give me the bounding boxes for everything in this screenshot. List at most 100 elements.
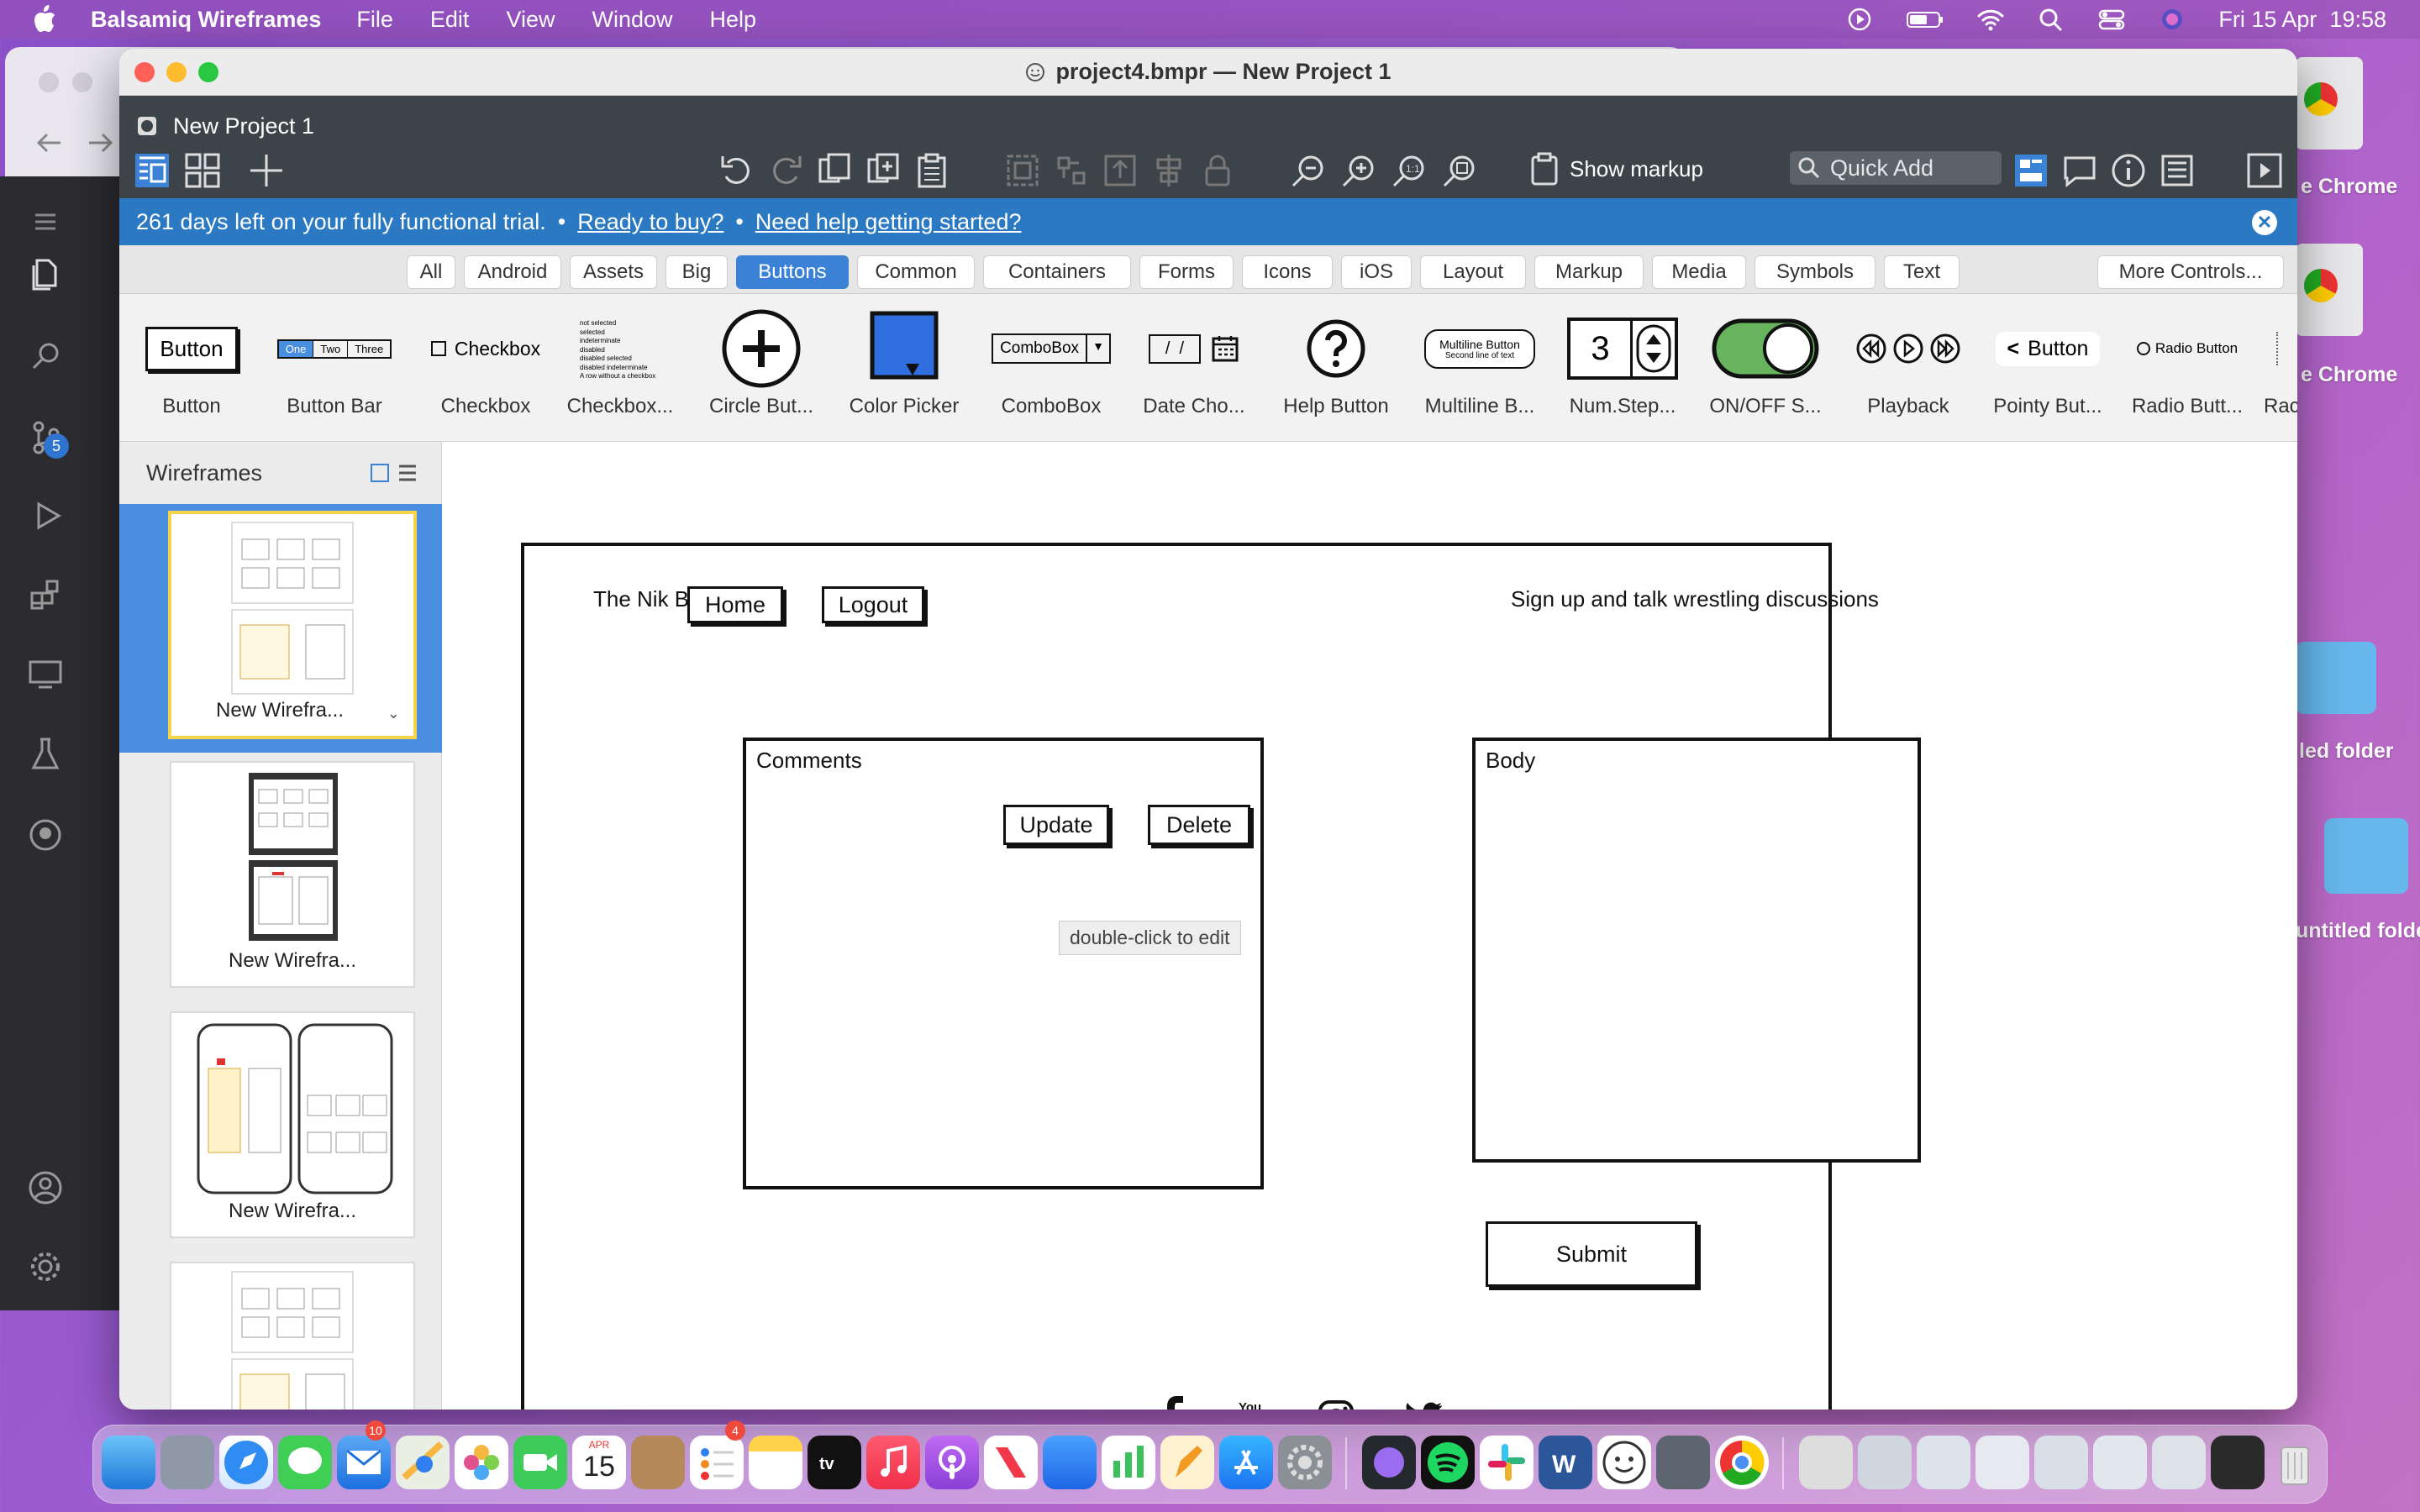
screenshot-thumb-icon[interactable]	[1917, 1436, 1970, 1489]
paste-icon[interactable]	[913, 151, 951, 190]
wireframe-thumb-3[interactable]: New Wirefra...	[170, 1011, 415, 1238]
contacts-icon[interactable]	[631, 1436, 685, 1489]
menu-help[interactable]: Help	[710, 7, 757, 33]
tagline-text[interactable]: Sign up and talk wrestling discussions	[1511, 586, 1879, 612]
slack-icon[interactable]	[1480, 1436, 1534, 1489]
library-pointy-button[interactable]: < Button Pointy But...	[1985, 294, 2111, 441]
github-icon[interactable]	[25, 815, 66, 855]
show-markup-toggle[interactable]: Show markup	[1528, 150, 1703, 188]
tab-android[interactable]: Android	[464, 255, 561, 289]
desktop-folder-2[interactable]: untitled folde	[2296, 806, 2420, 949]
redo-icon[interactable]	[766, 151, 805, 190]
info-icon[interactable]	[2109, 151, 2148, 190]
desktop-chrome-1[interactable]: e Chrome	[2296, 57, 2420, 208]
library-help-button[interactable]: Help Button	[1277, 294, 1395, 441]
run-debug-icon[interactable]	[25, 496, 66, 536]
messages-icon[interactable]	[278, 1436, 332, 1489]
align-icon[interactable]	[1150, 151, 1188, 190]
github-desktop-icon[interactable]	[1362, 1436, 1416, 1489]
menu-view[interactable]: View	[506, 7, 555, 33]
bring-front-icon[interactable]	[1101, 151, 1139, 190]
youtube-icon[interactable]: YouTube	[1235, 1398, 1272, 1410]
system-preferences-icon[interactable]	[1278, 1436, 1332, 1489]
reminders-icon[interactable]	[690, 1436, 744, 1489]
add-wireframe-icon[interactable]	[247, 151, 286, 190]
quick-add-input[interactable]: Quick Add	[1790, 151, 2002, 185]
undo-icon[interactable]	[718, 151, 756, 190]
spotify-icon[interactable]	[1421, 1436, 1475, 1489]
spotlight-search-icon[interactable]	[2037, 7, 2065, 32]
ready-to-buy-link[interactable]: Ready to buy?	[577, 209, 723, 235]
single-view-icon[interactable]	[133, 151, 171, 190]
account-icon[interactable]	[25, 1168, 66, 1208]
library-playback[interactable]: Playback	[1845, 294, 1971, 441]
zoom-actual-icon[interactable]: 1:1	[1390, 151, 1428, 190]
music-icon[interactable]	[866, 1436, 920, 1489]
tab-all[interactable]: All	[407, 255, 455, 289]
library-circle-button[interactable]: Circle But...	[702, 294, 820, 441]
library-checkbox-group[interactable]: not selected selected indeterminate disa…	[561, 294, 679, 441]
preview-icon[interactable]	[1656, 1436, 1710, 1489]
wireframe-thumb-2[interactable]: New Wirefra...	[170, 761, 415, 988]
tab-big[interactable]: Big	[666, 255, 728, 289]
apple-icon[interactable]	[32, 5, 57, 34]
minimize-window-button[interactable]	[166, 62, 187, 82]
screenshot-thumb-icon[interactable]	[2211, 1436, 2265, 1489]
tab-media[interactable]: Media	[1652, 255, 1746, 289]
play-circle-icon[interactable]	[1845, 7, 1874, 32]
library-numeric-stepper[interactable]: 3 Num.Step...	[1560, 294, 1686, 441]
more-controls-button[interactable]: More Controls...	[2097, 255, 2284, 289]
photos-icon[interactable]	[455, 1436, 508, 1489]
instagram-icon[interactable]	[1318, 1399, 1355, 1410]
library-radio-group[interactable]: Rac	[2264, 294, 2297, 441]
forward-arrow-icon[interactable]	[84, 128, 118, 158]
copy-icon[interactable]	[815, 151, 854, 190]
keynote-icon[interactable]	[1043, 1436, 1097, 1489]
duplicate-icon[interactable]	[864, 151, 902, 190]
wireframe-canvas[interactable]: The Nik Blog Home Logout Sign up and tal…	[444, 442, 2297, 1410]
menu-icon[interactable]	[25, 202, 66, 242]
pages-icon[interactable]	[1160, 1436, 1214, 1489]
properties-icon[interactable]	[2158, 151, 2196, 190]
zoom-fit-icon[interactable]	[1440, 151, 1479, 190]
body-label[interactable]: Body	[1486, 748, 1535, 774]
screenshot-thumb-icon[interactable]	[2093, 1436, 2147, 1489]
home-button[interactable]: Home	[687, 586, 783, 623]
word-icon[interactable]: W	[1539, 1436, 1592, 1489]
tab-markup[interactable]: Markup	[1534, 255, 1644, 289]
search-icon[interactable]	[25, 336, 66, 376]
screenshot-thumb-icon[interactable]	[2152, 1436, 2206, 1489]
twitter-icon[interactable]	[1405, 1401, 1444, 1410]
chrome-dock-icon[interactable]	[1715, 1436, 1769, 1489]
calendar-icon[interactable]: APR 15	[572, 1436, 626, 1489]
balsamiq-dock-icon[interactable]	[1597, 1436, 1651, 1489]
remote-explorer-icon[interactable]	[25, 654, 66, 694]
explorer-files-icon[interactable]	[25, 254, 66, 294]
wifi-icon[interactable]	[1976, 7, 2005, 32]
menu-window[interactable]: Window	[592, 7, 672, 33]
presentation-play-icon[interactable]	[2245, 151, 2284, 190]
document-icon[interactable]	[1799, 1436, 1853, 1489]
group-icon[interactable]	[1003, 151, 1042, 190]
screenshot-thumb-icon[interactable]	[1975, 1436, 2029, 1489]
comment-icon[interactable]	[2060, 151, 2099, 190]
close-window-button[interactable]	[134, 62, 155, 82]
finder-icon[interactable]	[102, 1436, 155, 1489]
wireframe-thumb-1[interactable]: New Wirefra... ⌄	[168, 511, 417, 739]
testing-flask-icon[interactable]	[25, 734, 66, 774]
tab-text[interactable]: Text	[1884, 255, 1960, 289]
comments-label[interactable]: Comments	[756, 748, 862, 774]
podcasts-icon[interactable]	[925, 1436, 979, 1489]
list-view-icon[interactable]	[397, 464, 418, 482]
maps-icon[interactable]	[396, 1436, 450, 1489]
thumbnail-view-icon[interactable]	[371, 464, 389, 482]
body-panel[interactable]	[1472, 738, 1921, 1163]
notes-icon[interactable]	[749, 1436, 802, 1489]
library-radio-button[interactable]: Radio Button Radio Butt...	[2124, 294, 2250, 441]
desktop-chrome-2[interactable]: e Chrome	[2296, 244, 2420, 395]
screenshot-thumb-icon[interactable]	[1858, 1436, 1912, 1489]
tab-symbols[interactable]: Symbols	[1754, 255, 1876, 289]
close-banner-icon[interactable]: ✕	[2252, 210, 2277, 235]
chevron-down-icon[interactable]: ⌄	[387, 705, 400, 722]
library-combobox[interactable]: ComboBox ▼ ComboBox	[988, 294, 1114, 441]
